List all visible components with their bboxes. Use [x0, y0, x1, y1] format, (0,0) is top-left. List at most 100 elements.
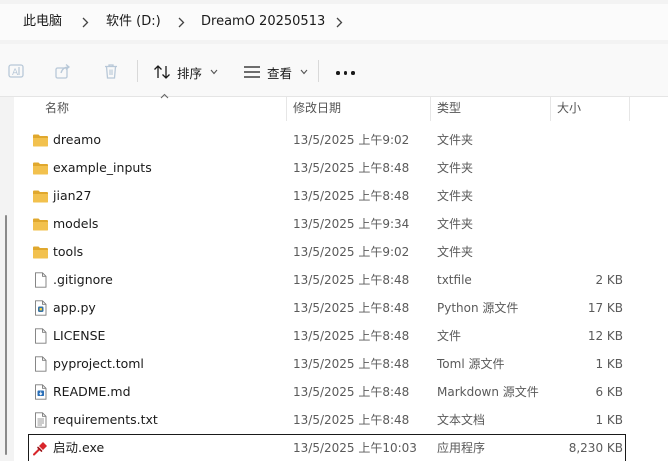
toolbar-divider — [318, 60, 319, 82]
column-divider — [430, 97, 431, 121]
file-type: 文件夹 — [437, 161, 474, 175]
file-modified-date: 13/5/2025 上午10:03 — [293, 441, 417, 455]
file-type: Python 源文件 — [437, 301, 519, 315]
chevron-down-icon — [210, 69, 218, 75]
column-header-date[interactable]: 修改日期 — [293, 97, 341, 121]
file-modified-date: 13/5/2025 上午9:02 — [293, 133, 410, 147]
file-icon — [32, 328, 49, 344]
breadcrumb-item-drive-d[interactable]: 软件 (D:) — [106, 4, 161, 40]
file-modified-date: 13/5/2025 上午8:48 — [293, 161, 410, 175]
file-type: 文件 — [437, 329, 462, 343]
column-header-row: 名称 修改日期 类型 大小 — [14, 93, 668, 121]
file-modified-date: 13/5/2025 上午8:48 — [293, 329, 410, 343]
file-row[interactable]: .gitignore 13/5/2025 上午8:48 txtfile 2 KB — [14, 266, 668, 294]
chevron-right-icon[interactable] — [175, 4, 187, 40]
navigation-pane-edge — [0, 97, 14, 461]
python-file-icon — [32, 300, 49, 316]
file-size: 2 KB — [595, 273, 623, 287]
file-name: pyproject.toml — [53, 356, 144, 371]
file-size: 6 KB — [595, 385, 623, 399]
column-header-name[interactable]: 名称 — [45, 97, 69, 121]
file-icon — [32, 356, 49, 372]
sort-icon — [154, 65, 170, 79]
sort-label: 排序 — [177, 65, 203, 81]
file-list: 名称 修改日期 类型 大小 dreamo 13/5/2025 上午9:02 文件夹 e… — [14, 93, 668, 461]
rename-icon[interactable]: A — [6, 61, 26, 81]
folder-icon — [32, 132, 49, 148]
file-type: Toml 源文件 — [437, 357, 505, 371]
file-modified-date: 13/5/2025 上午9:34 — [293, 217, 410, 231]
folder-icon — [32, 244, 49, 260]
file-name: requirements.txt — [53, 412, 158, 427]
view-label: 查看 — [267, 65, 293, 81]
file-row[interactable]: pyproject.toml 13/5/2025 上午8:48 Toml 源文件 1 … — [14, 350, 668, 378]
file-modified-date: 13/5/2025 上午8:48 — [293, 273, 410, 287]
column-divider — [629, 97, 630, 121]
file-size: 1 KB — [595, 413, 623, 427]
file-row[interactable]: jian27 13/5/2025 上午8:48 文件夹 — [14, 182, 668, 210]
file-row[interactable]: LICENSE 13/5/2025 上午8:48 文件 12 KB — [14, 322, 668, 350]
breadcrumb-item-this-pc[interactable]: 此电脑 — [23, 4, 62, 40]
scrollbar-thumb[interactable] — [5, 215, 7, 455]
file-size: 1 KB — [595, 357, 623, 371]
file-row[interactable]: README.md 13/5/2025 上午8:48 Markdown 源文件 6 K… — [14, 378, 668, 406]
file-modified-date: 13/5/2025 上午8:48 — [293, 357, 410, 371]
file-type: Markdown 源文件 — [437, 385, 539, 399]
file-name: example_inputs — [53, 160, 152, 175]
exe-icon — [32, 440, 49, 456]
file-row[interactable]: dreamo 13/5/2025 上午9:02 文件夹 — [14, 126, 668, 154]
file-size: 8,230 KB — [568, 441, 623, 455]
file-size: 12 KB — [587, 329, 623, 343]
file-modified-date: 13/5/2025 上午8:48 — [293, 413, 410, 427]
column-divider — [286, 97, 287, 121]
svg-text:A: A — [12, 68, 19, 78]
file-type: 应用程序 — [437, 441, 486, 455]
file-name: jian27 — [53, 188, 92, 203]
file-type: 文件夹 — [437, 133, 474, 147]
file-type: 文本文档 — [437, 413, 486, 427]
more-options-icon[interactable] — [336, 71, 355, 75]
column-header-size[interactable]: 大小 — [557, 97, 581, 121]
file-name: README.md — [53, 384, 131, 399]
file-row[interactable]: models 13/5/2025 上午9:34 文件夹 — [14, 210, 668, 238]
column-header-type[interactable]: 类型 — [437, 97, 461, 121]
file-icon — [32, 272, 49, 288]
file-name: LICENSE — [53, 328, 106, 343]
command-bar: A 排序 查看 — [0, 44, 668, 97]
file-name: app.py — [53, 300, 96, 315]
file-name: .gitignore — [53, 272, 113, 287]
file-row[interactable]: tools 13/5/2025 上午9:02 文件夹 — [14, 238, 668, 266]
file-modified-date: 13/5/2025 上午9:02 — [293, 245, 410, 259]
column-divider — [550, 97, 551, 121]
share-icon[interactable] — [53, 61, 73, 81]
file-type: 文件夹 — [437, 189, 474, 203]
folder-icon — [32, 216, 49, 232]
file-size: 17 KB — [587, 301, 623, 315]
file-name: models — [53, 216, 99, 231]
breadcrumb[interactable]: 此电脑 软件 (D:) DreamO 20250513 — [0, 4, 668, 40]
file-type: 文件夹 — [437, 217, 474, 231]
markdown-file-icon — [32, 384, 49, 400]
text-file-icon — [32, 412, 49, 428]
file-name: dreamo — [53, 132, 101, 147]
file-row[interactable]: example_inputs 13/5/2025 上午8:48 文件夹 — [14, 154, 668, 182]
file-row[interactable]: app.py 13/5/2025 上午8:48 Python 源文件 17 KB — [14, 294, 668, 322]
breadcrumb-item-current-folder[interactable]: DreamO 20250513 — [201, 4, 325, 40]
folder-icon — [32, 188, 49, 204]
chevron-right-icon[interactable] — [333, 4, 345, 40]
view-button[interactable]: 查看 — [243, 59, 308, 85]
file-name: 启动.exe — [53, 440, 105, 455]
delete-icon[interactable] — [101, 61, 121, 81]
file-name: tools — [53, 244, 84, 259]
file-type: 文件夹 — [437, 245, 474, 259]
file-modified-date: 13/5/2025 上午8:48 — [293, 189, 410, 203]
sort-ascending-icon — [160, 93, 169, 99]
file-modified-date: 13/5/2025 上午8:48 — [293, 385, 410, 399]
sort-button[interactable]: 排序 — [153, 59, 218, 85]
view-icon — [244, 66, 260, 78]
chevron-right-icon[interactable] — [79, 4, 91, 40]
folder-icon — [32, 160, 49, 176]
toolbar-divider — [137, 60, 138, 82]
file-row[interactable]: requirements.txt 13/5/2025 上午8:48 文本文档 1 KB — [14, 406, 668, 434]
file-row[interactable]: 启动.exe 13/5/2025 上午10:03 应用程序 8,230 KB — [28, 434, 626, 461]
